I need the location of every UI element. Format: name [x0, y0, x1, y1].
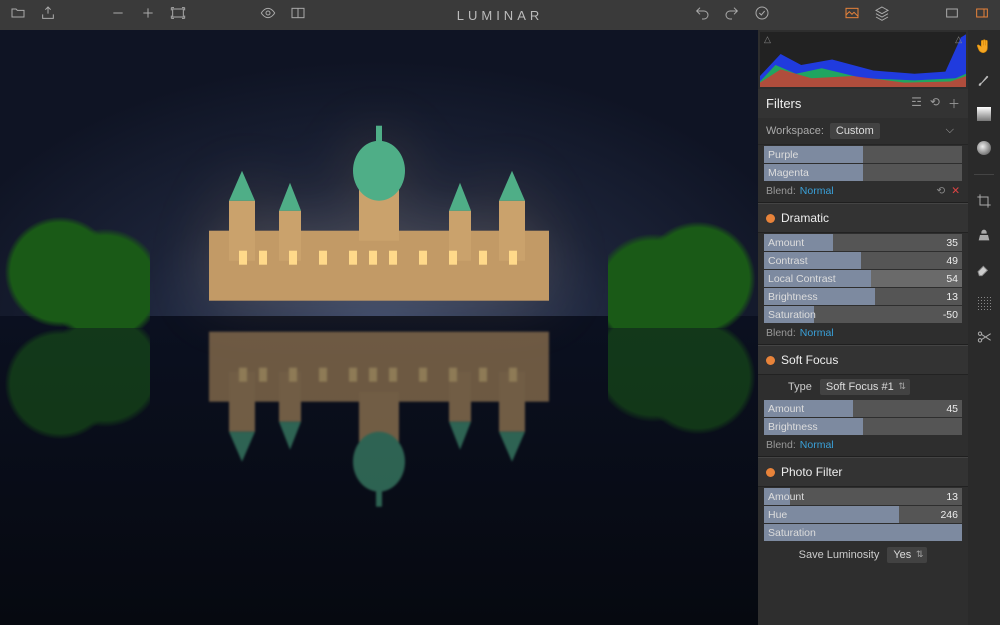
slider-value: -50	[943, 309, 962, 321]
tool-rail	[968, 30, 1000, 625]
filter-header-photo-filter[interactable]: Photo Filter	[758, 457, 968, 487]
brush-tool-icon[interactable]	[974, 70, 994, 90]
slider-value: 45	[946, 403, 962, 415]
save-luminosity-select[interactable]: Yes	[887, 547, 927, 563]
preview-eye-icon[interactable]	[260, 5, 276, 26]
filter-reset-icon[interactable]: ⟲	[936, 185, 945, 197]
type-select[interactable]: Soft Focus #1	[820, 379, 910, 395]
slider-label: Saturation	[764, 309, 943, 321]
filters-panel: △△ Filters ☲ ⟲ ＋ Workspace: Custom	[758, 30, 968, 625]
slider-label: Local Contrast	[764, 273, 946, 285]
slider-label: Contrast	[764, 255, 946, 267]
slider-amount[interactable]: Amount13	[764, 488, 962, 505]
slider-saturation[interactable]: Saturation-50	[764, 306, 962, 323]
workspace-select[interactable]: Custom	[830, 123, 880, 139]
filter-toggle-dot[interactable]	[766, 214, 775, 223]
filter-toggle-dot[interactable]	[766, 356, 775, 365]
blend-mode-select[interactable]: Normal	[800, 327, 834, 339]
slider-value: 54	[946, 273, 962, 285]
fit-screen-icon[interactable]	[170, 5, 186, 26]
redo-icon[interactable]	[724, 5, 740, 26]
slider-local-contrast[interactable]: Local Contrast54	[764, 270, 962, 287]
slider-amount[interactable]: Amount45	[764, 400, 962, 417]
type-label: Type	[788, 381, 812, 393]
slider-label: Amount	[764, 403, 946, 415]
compare-split-icon[interactable]	[290, 5, 306, 26]
blend-label: Blend:	[766, 327, 796, 339]
slider-label: Amount	[764, 491, 946, 503]
slider-contrast[interactable]: Contrast49	[764, 252, 962, 269]
slider-magenta[interactable]: Magenta	[764, 164, 962, 181]
slider-brightness[interactable]: Brightness	[764, 418, 962, 435]
slider-label: Saturation	[764, 527, 962, 539]
slider-label: Magenta	[764, 167, 962, 179]
blend-label: Blend:	[766, 185, 796, 197]
slider-amount[interactable]: Amount35	[764, 234, 962, 251]
filters-section-header: Filters ☲ ⟲ ＋	[758, 89, 968, 118]
slider-label: Brightness	[764, 291, 946, 303]
slider-label: Amount	[764, 237, 946, 249]
workspace-row: Workspace: Custom	[758, 118, 968, 145]
history-check-icon[interactable]	[754, 5, 770, 26]
blend-row: Blend: Normal	[758, 324, 968, 345]
clone-stamp-tool-icon[interactable]	[974, 225, 994, 245]
filters-title: Filters	[766, 96, 801, 111]
scissors-tool-icon[interactable]	[974, 327, 994, 347]
save-luminosity-label: Save Luminosity	[799, 549, 880, 561]
filters-presets-icon[interactable]: ☲	[911, 95, 922, 112]
filter-title: Dramatic	[781, 211, 829, 225]
slider-value: 49	[946, 255, 962, 267]
save-luminosity-row: Save Luminosity Yes	[758, 542, 968, 568]
gradient-tool-icon[interactable]	[974, 104, 994, 124]
blend-mode-select[interactable]: Normal	[800, 185, 834, 197]
slider-brightness[interactable]: Brightness13	[764, 288, 962, 305]
erase-tool-icon[interactable]	[974, 259, 994, 279]
image-panel-icon[interactable]	[844, 5, 860, 26]
filter-toggle-dot[interactable]	[766, 468, 775, 477]
slider-value: 13	[946, 291, 962, 303]
radial-tool-icon[interactable]	[974, 138, 994, 158]
hist-highlight-marker-icon[interactable]: △	[955, 34, 962, 45]
blend-mode-select[interactable]: Normal	[800, 439, 834, 451]
slider-purple[interactable]: Purple	[764, 146, 962, 163]
slider-saturation[interactable]: Saturation	[764, 524, 962, 541]
histogram[interactable]: △△	[760, 32, 966, 87]
image-canvas[interactable]	[0, 30, 758, 625]
open-folder-icon[interactable]	[10, 5, 26, 26]
blend-row: Blend: Normal ⟲ ✕	[758, 182, 968, 203]
denoise-tool-icon[interactable]	[974, 293, 994, 313]
undo-icon[interactable]	[694, 5, 710, 26]
blend-label: Blend:	[766, 439, 796, 451]
slider-value: 13	[946, 491, 962, 503]
zoom-in-icon[interactable]	[140, 5, 156, 26]
filter-header-dramatic[interactable]: Dramatic	[758, 203, 968, 233]
filter-title: Photo Filter	[781, 465, 842, 479]
filter-title: Soft Focus	[781, 353, 838, 367]
hist-shadow-marker-icon[interactable]: △	[764, 34, 771, 45]
type-row: Type Soft Focus #1	[758, 375, 968, 399]
app-title: LUMINAR	[457, 8, 544, 23]
slider-label: Hue	[764, 509, 940, 521]
slider-label: Brightness	[764, 421, 962, 433]
blend-row: Blend: Normal	[758, 436, 968, 457]
panel-view-icon[interactable]	[974, 5, 990, 26]
slider-label: Purple	[764, 149, 962, 161]
filter-remove-icon[interactable]: ✕	[951, 185, 960, 197]
slider-value: 246	[940, 509, 962, 521]
export-icon[interactable]	[40, 5, 56, 26]
crop-tool-icon[interactable]	[974, 191, 994, 211]
workspace-label: Workspace:	[766, 125, 824, 137]
filters-reset-icon[interactable]: ⟲	[930, 95, 940, 112]
slider-value: 35	[946, 237, 962, 249]
filters-add-icon[interactable]: ＋	[948, 95, 960, 112]
top-toolbar: LUMINAR	[0, 0, 1000, 30]
hand-tool-icon[interactable]	[974, 36, 994, 56]
slider-hue[interactable]: Hue246	[764, 506, 962, 523]
zoom-out-icon[interactable]	[110, 5, 126, 26]
single-view-icon[interactable]	[944, 5, 960, 26]
filter-header-soft-focus[interactable]: Soft Focus	[758, 345, 968, 375]
layers-panel-icon[interactable]	[874, 5, 890, 26]
